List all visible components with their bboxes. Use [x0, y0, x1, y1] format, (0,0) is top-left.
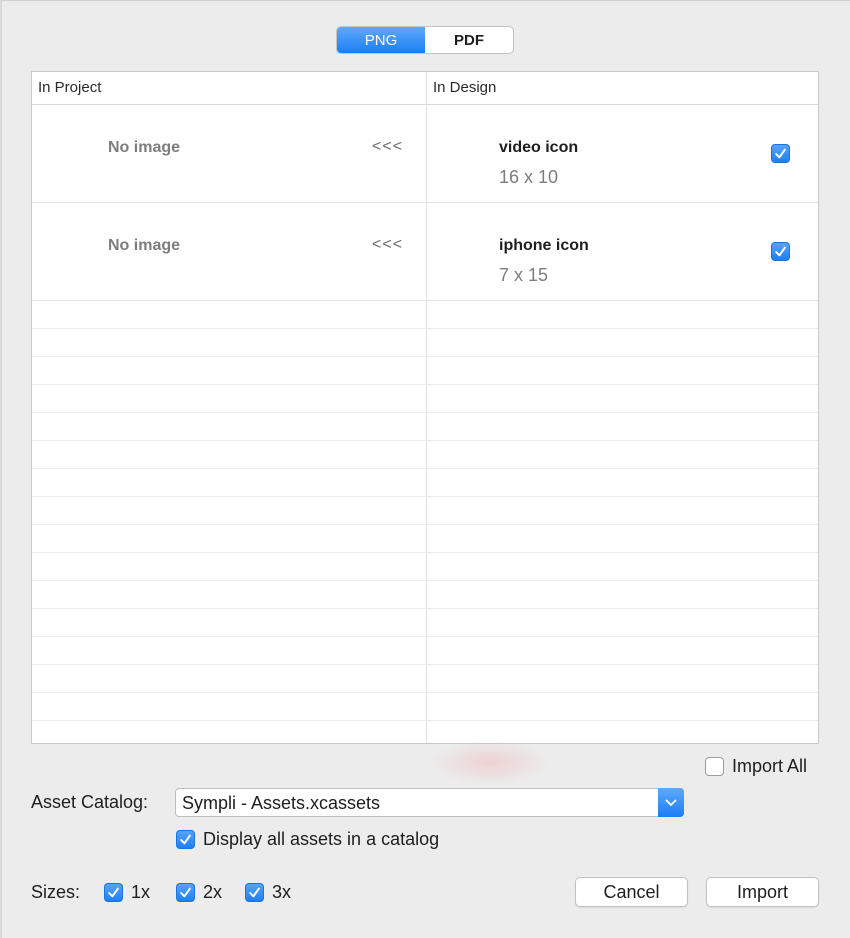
tab-png[interactable]: PNG [337, 27, 425, 53]
empty-table-row [32, 301, 818, 329]
empty-table-row [32, 441, 818, 469]
asset-size: 16 x 10 [499, 167, 559, 187]
project-image-placeholder: No image [108, 139, 181, 156]
import-all-box[interactable] [705, 757, 724, 776]
import-all-checkbox[interactable]: Import All [705, 756, 807, 777]
import-all-label: Import All [732, 756, 808, 776]
asset-catalog-select[interactable]: Sympli - Assets.xcassets [175, 788, 684, 817]
empty-table-row [32, 609, 818, 637]
import-arrow: <<< [372, 236, 404, 253]
size-1x-checkbox[interactable]: 1x [104, 882, 150, 903]
empty-table-row [32, 637, 818, 665]
empty-table-row [32, 693, 818, 721]
checkmark-icon [180, 834, 191, 845]
asset-select-checkbox[interactable] [771, 144, 790, 163]
sizes-label: Sizes: [31, 882, 81, 902]
column-header-in-design[interactable]: In Design [433, 72, 496, 104]
asset-name: iphone icon [499, 237, 589, 254]
display-all-box[interactable] [176, 830, 195, 849]
asset-catalog-label: Asset Catalog: [31, 792, 149, 812]
size-1x-label: 1x [131, 882, 151, 902]
import-button[interactable]: Import [706, 877, 819, 907]
display-all-label: Display all assets in a catalog [203, 829, 440, 849]
empty-table-row [32, 385, 818, 413]
table-header: In Project In Design [32, 72, 818, 105]
table-row[interactable]: No image <<< iphone icon 7 x 15 [32, 203, 818, 301]
empty-table-row [32, 581, 818, 609]
import-arrow: <<< [372, 138, 404, 155]
format-segmented-control: PNG PDF [336, 26, 514, 54]
size-2x-box[interactable] [176, 883, 195, 902]
empty-table-row [32, 497, 818, 525]
table-row[interactable]: No image <<< video icon 16 x 10 [32, 105, 818, 203]
checkmark-icon [775, 148, 786, 159]
chevron-down-icon[interactable] [658, 788, 684, 817]
window-top-edge [0, 0, 850, 1]
empty-table-row [32, 413, 818, 441]
size-1x-box[interactable] [104, 883, 123, 902]
empty-table-row [32, 665, 818, 693]
size-2x-checkbox[interactable]: 2x [176, 882, 222, 903]
project-image-placeholder: No image [108, 237, 181, 254]
checkmark-icon [108, 887, 119, 898]
asset-size: 7 x 15 [499, 265, 549, 285]
background-glow [430, 740, 550, 785]
empty-table-row [32, 721, 818, 743]
checkmark-icon [180, 887, 191, 898]
display-all-assets-checkbox[interactable]: Display all assets in a catalog [176, 829, 439, 850]
asset-name: video icon [499, 139, 579, 156]
size-3x-checkbox[interactable]: 3x [245, 882, 291, 903]
empty-table-row [32, 525, 818, 553]
window-left-edge [0, 0, 2, 938]
asset-select-checkbox[interactable] [771, 242, 790, 261]
cancel-button[interactable]: Cancel [575, 877, 688, 907]
assets-table: In Project In Design No image <<< video … [31, 71, 819, 744]
size-3x-label: 3x [272, 882, 292, 902]
empty-table-row [32, 357, 818, 385]
tab-pdf[interactable]: PDF [425, 27, 513, 53]
size-2x-label: 2x [203, 882, 223, 902]
asset-catalog-value: Sympli - Assets.xcassets [182, 793, 381, 813]
empty-table-row [32, 553, 818, 581]
checkmark-icon [775, 246, 786, 257]
empty-table-row [32, 469, 818, 497]
size-3x-box[interactable] [245, 883, 264, 902]
column-header-in-project[interactable]: In Project [38, 72, 101, 104]
empty-table-row [32, 329, 818, 357]
checkmark-icon [249, 887, 260, 898]
